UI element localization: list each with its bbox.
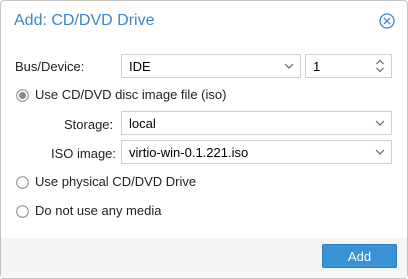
iso-image-select[interactable]: virtio-win-0.1.221.iso: [121, 140, 392, 164]
spinner-updown-icon[interactable]: [369, 55, 391, 77]
close-icon[interactable]: [379, 13, 395, 29]
dialog-body: Bus/Device: IDE 1 Use CD/DVD disc image: [1, 42, 407, 238]
add-button[interactable]: Add: [322, 244, 397, 268]
physical-drive-radio[interactable]: [16, 176, 29, 189]
device-number-stepper[interactable]: 1: [305, 54, 392, 78]
storage-select[interactable]: local: [121, 111, 392, 135]
bus-select[interactable]: IDE: [121, 54, 301, 78]
physical-drive-option-label[interactable]: Use physical CD/DVD Drive: [35, 174, 196, 189]
chevron-down-icon[interactable]: [369, 141, 391, 163]
no-media-option-label[interactable]: Do not use any media: [35, 203, 161, 218]
chevron-down-icon[interactable]: [369, 112, 391, 134]
iso-option-label[interactable]: Use CD/DVD disc image file (iso): [35, 87, 226, 102]
iso-image-select-value: virtio-win-0.1.221.iso: [129, 145, 249, 160]
storage-select-value: local: [129, 116, 156, 131]
add-cd-dvd-dialog: Add: CD/DVD Drive Bus/Device: IDE 1 Use …: [0, 0, 408, 279]
chevron-down-icon[interactable]: [278, 55, 300, 77]
bus-device-label: Bus/Device:: [15, 59, 85, 74]
iso-radio[interactable]: [16, 89, 29, 102]
dialog-title: Add: CD/DVD Drive: [14, 12, 155, 29]
dialog-footer: Add: [1, 238, 407, 278]
dialog-titlebar: Add: CD/DVD Drive: [1, 1, 407, 42]
storage-label: Storage:: [64, 117, 114, 132]
device-number-value: 1: [313, 59, 321, 74]
bus-select-value: IDE: [129, 59, 151, 74]
iso-image-label: ISO image:: [51, 146, 117, 161]
no-media-radio[interactable]: [16, 205, 29, 218]
